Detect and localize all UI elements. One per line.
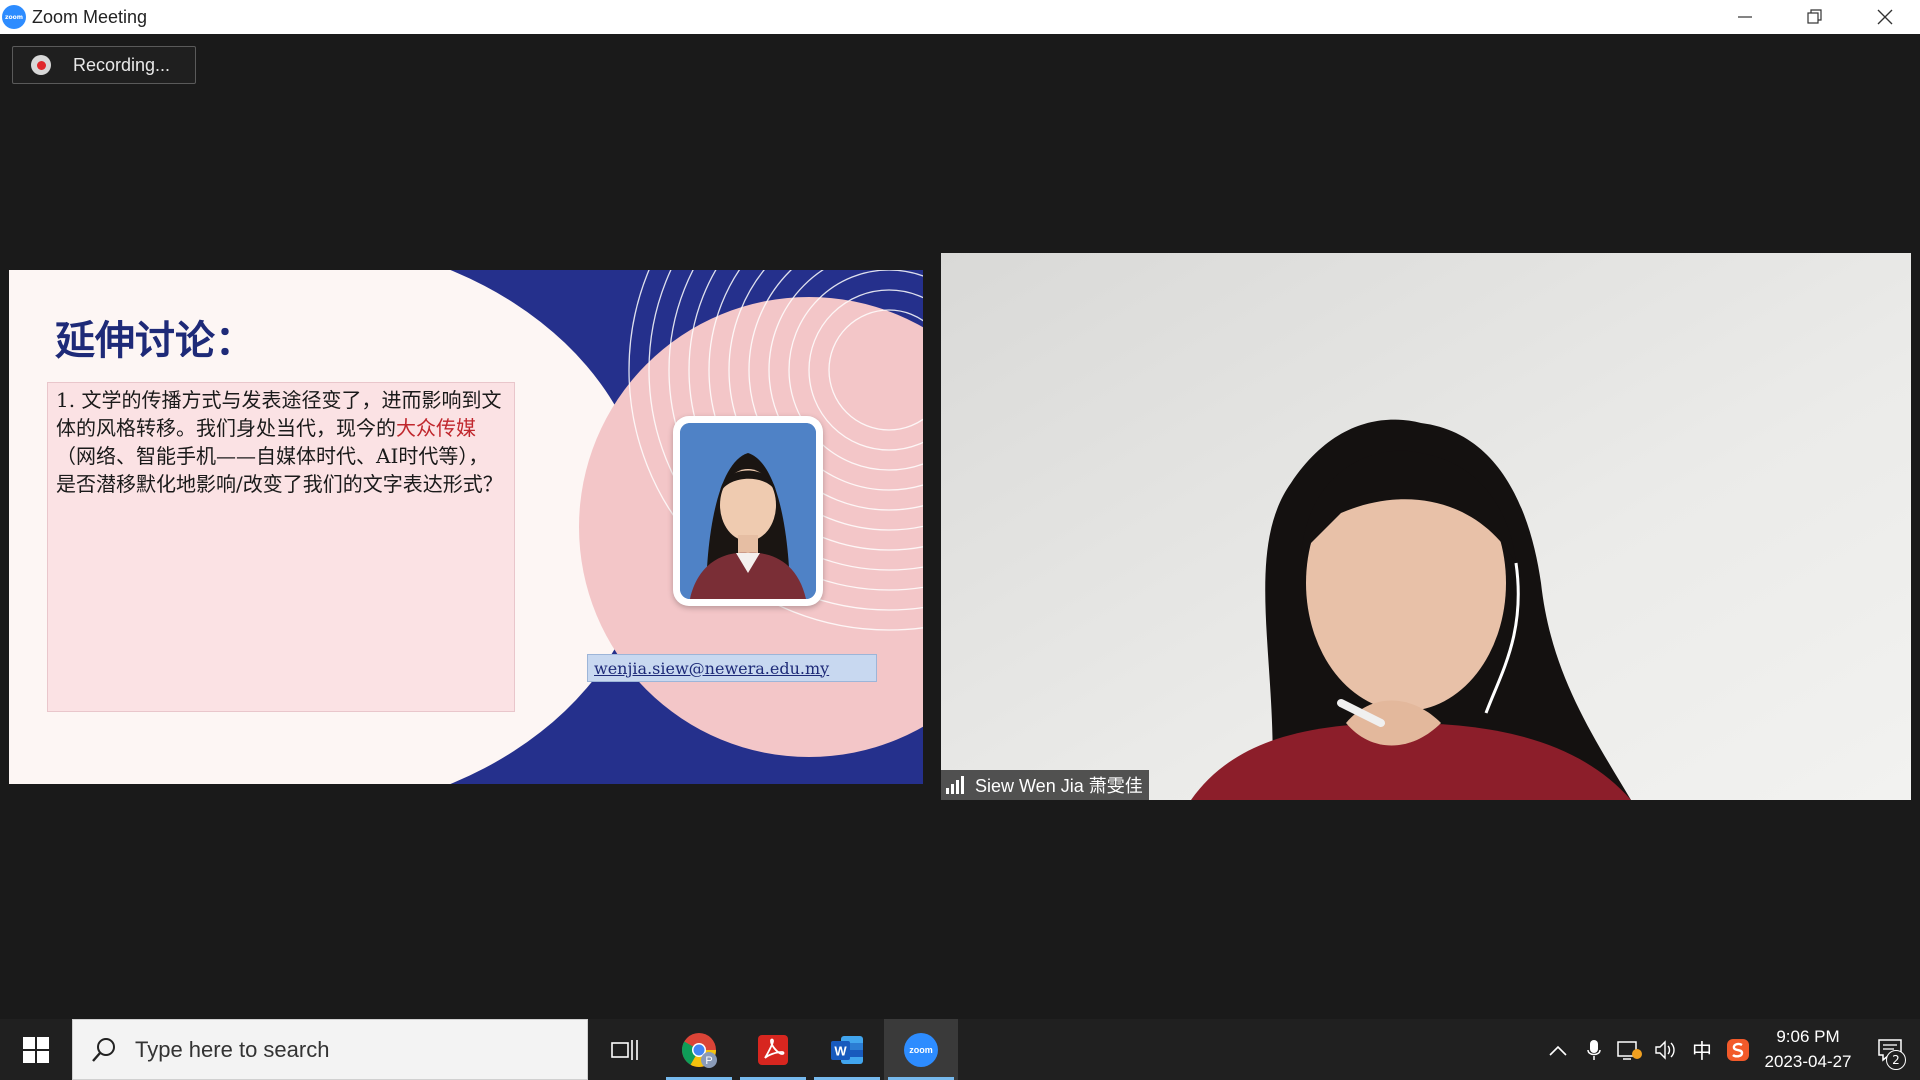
system-tray: 中 9:06 PM 2023-04-27 2 (1540, 1019, 1920, 1080)
taskbar-adobe-acrobat[interactable] (736, 1019, 810, 1080)
participant-name: Siew Wen Jia 萧雯佳 (975, 776, 1143, 796)
record-icon (31, 55, 51, 75)
taskbar-zoom[interactable]: zoom (884, 1019, 958, 1080)
title-bar: zoom Zoom Meeting (0, 0, 1920, 34)
chevron-up-icon (1549, 1045, 1567, 1056)
portrait-illustration (680, 423, 816, 599)
volume-tray-button[interactable] (1648, 1019, 1684, 1080)
zoom-icon: zoom (904, 1032, 938, 1067)
meeting-area: Recording... 延伸讨论： 1. 文学的传播方式与发表途径变了，进而影… (0, 34, 1920, 1019)
start-button[interactable] (0, 1019, 72, 1080)
clock-time: 9:06 PM (1776, 1026, 1840, 1046)
input-method-label: 中 (1692, 1039, 1712, 1063)
signal-strength-icon (946, 776, 964, 794)
word-icon: W (831, 1035, 863, 1064)
show-hidden-icons-button[interactable] (1540, 1019, 1576, 1080)
speaker-portrait (680, 423, 816, 599)
search-placeholder: Type here to search (135, 1036, 330, 1062)
search-icon (92, 1037, 115, 1062)
action-center-button[interactable]: 2 (1860, 1019, 1920, 1080)
system-clock[interactable]: 9:06 PM 2023-04-27 (1756, 1025, 1860, 1075)
email-box: wenjia.siew@newera.edu.my (587, 654, 877, 682)
close-icon (1877, 9, 1893, 25)
adobe-acrobat-icon (758, 1034, 788, 1065)
zoom-taskbar-text: zoom (909, 1045, 933, 1055)
participant-name-tag: Siew Wen Jia 萧雯佳 (941, 770, 1149, 800)
slide-paragraph: 1. 文学的传播方式与发表途径变了，进而影响到文体的风格转移。我们身处当代，现今… (48, 383, 514, 501)
chrome-icon: P (682, 1032, 717, 1068)
input-method-button[interactable]: 中 (1684, 1019, 1720, 1080)
windows-icon (23, 1036, 49, 1063)
sogou-icon (1727, 1038, 1749, 1061)
chrome-profile-badge: P (705, 1055, 712, 1067)
window-controls (1710, 0, 1920, 34)
clock-date: 2023-04-27 (1764, 1051, 1852, 1071)
recording-indicator[interactable]: Recording... (12, 46, 196, 84)
restore-icon (1807, 9, 1822, 24)
participant-video-feed (941, 253, 1911, 800)
speaker-photo-frame (673, 416, 823, 606)
microphone-tray-button[interactable] (1576, 1019, 1612, 1080)
network-icon (1617, 1040, 1642, 1060)
task-view-button[interactable] (588, 1019, 662, 1080)
volume-icon (1655, 1039, 1675, 1060)
email-link[interactable]: wenjia.siew@newera.edu.my (594, 659, 829, 678)
recording-label: Recording... (73, 54, 171, 75)
microphone-icon (1587, 1039, 1601, 1060)
task-view-icon (611, 1039, 638, 1060)
sogou-ime-tray-button[interactable] (1720, 1019, 1756, 1080)
paragraph-text-end: （网络、智能手机——自媒体时代、AI时代等），是否潜移默化地影响/改变了我们的文… (56, 444, 503, 496)
participant-video-tile[interactable]: Siew Wen Jia 萧雯佳 (941, 253, 1911, 800)
shared-screen-slide: 延伸讨论： 1. 文学的传播方式与发表途径变了，进而影响到文体的风格转移。我们身… (9, 270, 923, 784)
notification-count-badge: 2 (1886, 1050, 1906, 1070)
slide-text-box: 1. 文学的传播方式与发表途径变了，进而影响到文体的风格转移。我们身处当代，现今… (47, 382, 515, 712)
word-letter: W (834, 1043, 847, 1058)
network-tray-button[interactable] (1612, 1019, 1648, 1080)
taskbar-chrome[interactable]: P (662, 1019, 736, 1080)
paragraph-highlight: 大众传媒 (396, 416, 476, 440)
taskbar: Type here to search P W zoom 中 9:06 PM 2… (0, 1019, 1920, 1080)
window-title: Zoom Meeting (32, 6, 148, 27)
taskbar-search-box[interactable]: Type here to search (72, 1019, 588, 1080)
minimize-icon (1738, 16, 1752, 18)
slide-title: 延伸讨论： (55, 317, 255, 364)
zoom-logo-text: zoom (5, 13, 23, 21)
zoom-app-icon: zoom (2, 5, 26, 29)
taskbar-word[interactable]: W (810, 1019, 884, 1080)
close-button[interactable] (1850, 0, 1920, 34)
restore-button[interactable] (1780, 0, 1850, 34)
minimize-button[interactable] (1710, 0, 1780, 34)
